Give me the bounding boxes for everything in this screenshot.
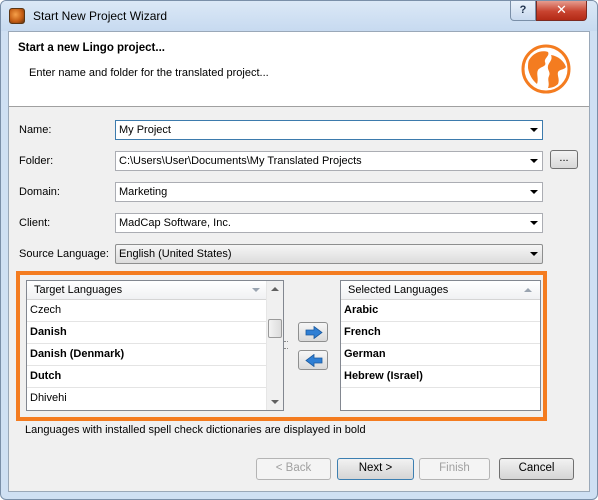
- globe-icon: [521, 44, 571, 94]
- wizard-body: Start a new Lingo project... Enter name …: [8, 31, 590, 492]
- list-item[interactable]: Dutch: [27, 366, 268, 388]
- list-item[interactable]: French: [341, 322, 540, 344]
- name-label: Name:: [19, 124, 52, 136]
- help-button[interactable]: ?: [510, 1, 536, 21]
- scroll-up-icon[interactable]: [271, 287, 279, 291]
- list-item-label: Arabic: [344, 304, 379, 316]
- name-field[interactable]: My Project: [115, 120, 543, 140]
- folder-label: Folder:: [19, 155, 54, 167]
- title-bar[interactable]: Start New Project Wizard ? ✕: [1, 1, 597, 31]
- list-item-label: Czech: [30, 304, 62, 316]
- chevron-down-icon[interactable]: [530, 221, 538, 225]
- client-field[interactable]: MadCap Software, Inc.: [115, 213, 543, 233]
- wizard-header: Start a new Lingo project... Enter name …: [9, 32, 589, 107]
- domain-field[interactable]: Marketing: [115, 182, 543, 202]
- scrollbar-thumb[interactable]: [268, 319, 282, 338]
- target-languages-list[interactable]: Target Languages Czech Danish Danish (De…: [26, 280, 284, 411]
- client-label: Client:: [19, 217, 51, 229]
- chevron-down-icon[interactable]: [530, 190, 538, 194]
- browse-folder-button[interactable]: ...: [550, 150, 578, 169]
- list-item[interactable]: Czech: [27, 300, 268, 322]
- close-button[interactable]: ✕: [536, 1, 587, 21]
- target-languages-header-label: Target Languages: [34, 284, 123, 296]
- sort-up-icon: [524, 288, 532, 292]
- selected-languages-header[interactable]: Selected Languages: [341, 281, 540, 300]
- name-value: My Project: [119, 124, 171, 136]
- add-language-button[interactable]: [298, 322, 328, 342]
- remove-language-button[interactable]: [298, 350, 328, 370]
- list-item[interactable]: Danish (Denmark): [27, 344, 268, 366]
- source-language-value: English (United States): [119, 248, 232, 260]
- list-item[interactable]: Danish: [27, 322, 268, 344]
- arrow-left-icon: [305, 354, 323, 367]
- list-item[interactable]: Hebrew (Israel): [341, 366, 540, 388]
- domain-value: Marketing: [119, 186, 168, 198]
- window-title: Start New Project Wizard: [33, 9, 168, 23]
- scroll-down-icon[interactable]: [271, 400, 279, 404]
- list-item-label: Danish: [30, 326, 67, 338]
- next-button[interactable]: Next >: [337, 458, 414, 480]
- chevron-down-icon[interactable]: [530, 128, 538, 132]
- cancel-button[interactable]: Cancel: [499, 458, 574, 480]
- arrow-right-icon: [305, 326, 323, 339]
- finish-button[interactable]: Finish: [419, 458, 490, 480]
- list-item-label: German: [344, 348, 386, 360]
- source-language-label: Source Language:: [19, 248, 109, 260]
- list-item-label: Dhivehi: [30, 392, 67, 404]
- folder-value: C:\Users\User\Documents\My Translated Pr…: [119, 155, 362, 167]
- list-item-label: Dutch: [30, 370, 62, 382]
- list-item[interactable]: Dhivehi: [27, 388, 268, 410]
- wizard-window: Start New Project Wizard ? ✕ Start a new…: [0, 0, 598, 500]
- selected-languages-list[interactable]: Selected Languages Arabic French German …: [340, 280, 541, 411]
- header-title: Start a new Lingo project...: [18, 42, 165, 54]
- sort-down-icon: [252, 288, 260, 292]
- chevron-down-icon[interactable]: [530, 252, 538, 256]
- list-item-label: French: [344, 326, 381, 338]
- chevron-down-icon[interactable]: [530, 159, 538, 163]
- list-item[interactable]: Arabic: [341, 300, 540, 322]
- splitter-grip[interactable]: [284, 341, 288, 349]
- target-languages-header[interactable]: Target Languages: [27, 281, 268, 300]
- app-icon: [9, 8, 25, 24]
- folder-field[interactable]: C:\Users\User\Documents\My Translated Pr…: [115, 151, 543, 171]
- list-item[interactable]: German: [341, 344, 540, 366]
- domain-label: Domain:: [19, 186, 60, 198]
- back-button[interactable]: < Back: [256, 458, 331, 480]
- list-item-label: Hebrew (Israel): [344, 370, 423, 382]
- source-language-select[interactable]: English (United States): [115, 244, 543, 264]
- bold-languages-note: Languages with installed spell check dic…: [25, 424, 366, 436]
- header-subtitle: Enter name and folder for the translated…: [29, 67, 269, 79]
- client-value: MadCap Software, Inc.: [119, 217, 231, 229]
- selected-languages-header-label: Selected Languages: [348, 284, 449, 296]
- list-item-label: Danish (Denmark): [30, 348, 125, 360]
- target-list-scrollbar[interactable]: [266, 281, 283, 410]
